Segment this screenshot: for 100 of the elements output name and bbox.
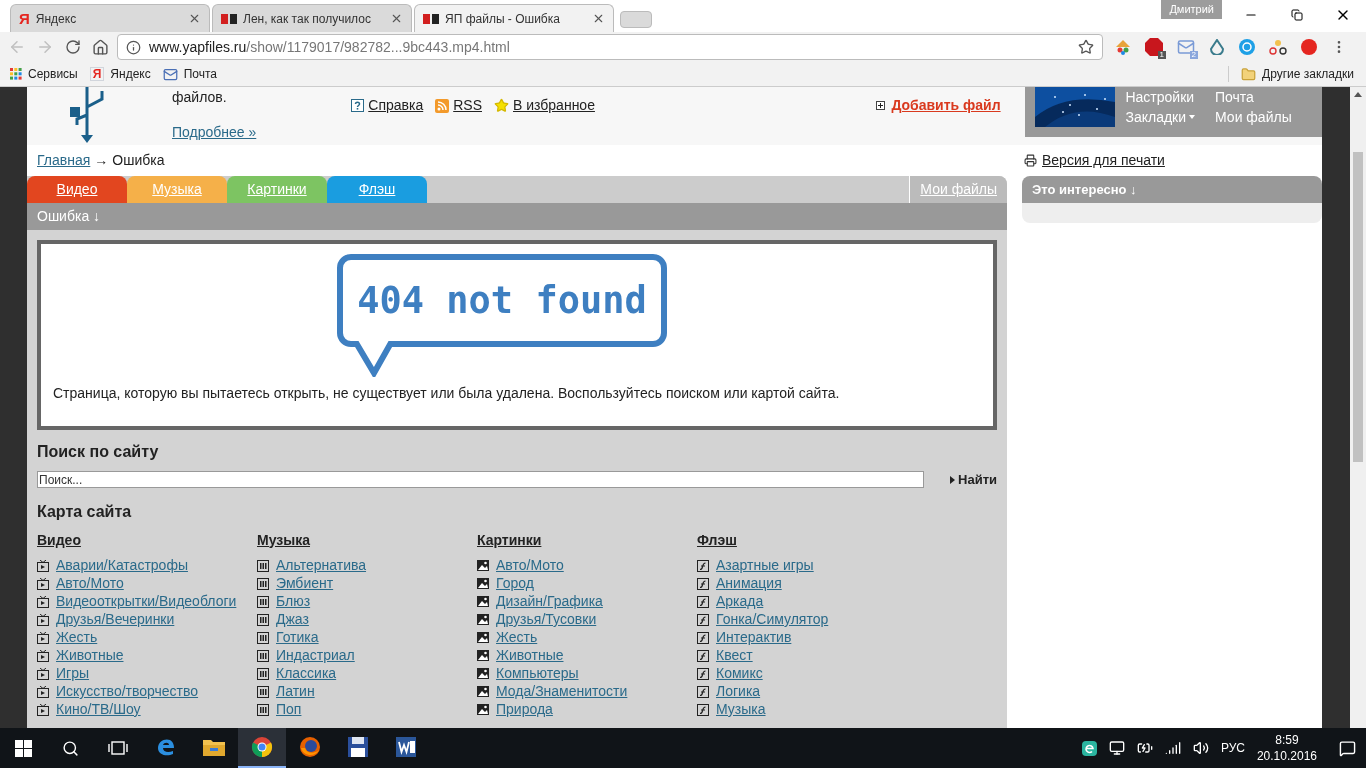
sitemap-link[interactable]: Поп	[276, 699, 302, 720]
home-icon[interactable]	[92, 38, 109, 56]
adblock-icon[interactable]	[1145, 38, 1163, 56]
task-view-icon[interactable]	[108, 740, 128, 756]
yandex-circle-icon[interactable]	[1301, 39, 1317, 55]
sitemap-link[interactable]: Альтернатива	[276, 555, 367, 576]
folder-icon[interactable]	[202, 737, 226, 757]
breadcrumb-link[interactable]: Главная	[37, 150, 91, 171]
user-menu-link[interactable]: Почта	[1215, 87, 1292, 107]
sitemap-link[interactable]: Эмбиент	[276, 573, 334, 594]
sitemap-link[interactable]: Друзья/Тусовки	[496, 609, 597, 630]
battery-icon[interactable]	[1136, 740, 1153, 756]
user-menu-link[interactable]: Закладки	[1125, 107, 1196, 127]
sitemap-link[interactable]: Логика	[716, 681, 761, 702]
house-icon[interactable]	[1115, 39, 1131, 55]
find-button[interactable]: Найти	[950, 470, 997, 490]
category-tab[interactable]: Флэш	[327, 176, 427, 203]
sitemap-link[interactable]: Музыка	[716, 699, 766, 720]
sitemap-heading[interactable]: Музыка	[257, 529, 477, 551]
sitemap-link[interactable]: Друзья/Вечеринки	[56, 609, 175, 630]
clock-time[interactable]: 8:59	[1275, 732, 1299, 748]
notifications-icon[interactable]	[1339, 739, 1356, 757]
volume-icon[interactable]	[1192, 740, 1209, 756]
chrome-icon[interactable]	[251, 736, 273, 758]
drop-icon[interactable]	[1209, 39, 1225, 55]
bookmark[interactable]: Сервисы	[10, 65, 78, 83]
header-link[interactable]: RSS	[453, 95, 482, 116]
browser-tab[interactable]: ЯП файлы - Ошибка	[414, 4, 614, 32]
profile-name[interactable]: Дмитрий	[1161, 0, 1222, 19]
sitemap-link[interactable]: Азартные игры	[716, 555, 814, 576]
sitemap-link[interactable]: Животные	[496, 645, 564, 666]
browser-tab[interactable]: Я Яндекс	[10, 4, 210, 32]
search-icon[interactable]	[62, 739, 79, 757]
scrollbar-thumb[interactable]	[1353, 152, 1363, 462]
sitemap-link[interactable]: Джаз	[276, 609, 309, 630]
address-bar[interactable]: www.yapfiles.ru/show/1179017/982782...9bc443.mp4.html	[117, 34, 1103, 60]
sitemap-link[interactable]: Квест	[716, 645, 753, 666]
sitemap-link[interactable]: Латин	[276, 681, 315, 702]
sitemap-link[interactable]: Готика	[276, 627, 319, 648]
sitemap-link[interactable]: Интерактив	[716, 627, 792, 648]
sitemap-link[interactable]: Дизайн/Графика	[496, 591, 603, 612]
close-icon[interactable]	[390, 12, 403, 25]
sitemap-link[interactable]: Город	[496, 573, 534, 594]
tab-title: Лен, как так получилос	[243, 10, 371, 28]
sitemap-link[interactable]: Природа	[496, 699, 553, 720]
sitemap-link[interactable]: Комикс	[716, 663, 763, 684]
antivirus-icon[interactable]	[1081, 740, 1097, 756]
monitor-icon[interactable]	[1108, 740, 1125, 756]
bookmark[interactable]: Я Яндекс	[89, 65, 151, 83]
print-link[interactable]: Версия для печати	[1042, 150, 1165, 171]
sitemap-link[interactable]: Гонка/Симулятор	[716, 609, 829, 630]
add-file-link[interactable]: Добавить файл	[891, 95, 1001, 116]
user-menu-link[interactable]: Мои файлы	[1215, 107, 1292, 127]
close-icon[interactable]	[188, 12, 201, 25]
sitemap-link[interactable]: Классика	[276, 663, 337, 684]
windows-start-icon[interactable]	[15, 739, 32, 757]
tab-title: Яндекс	[35, 10, 77, 28]
close-icon[interactable]	[592, 12, 605, 25]
edge-icon[interactable]	[155, 736, 177, 758]
sitemap-link[interactable]: Индастриал	[276, 645, 355, 666]
sitemap-link[interactable]: Авто/Мото	[496, 555, 564, 576]
user-menu-link[interactable]: Настройки	[1125, 87, 1196, 107]
sitemap-link[interactable]: Мода/Знаменитости	[496, 681, 628, 702]
sitemap-link[interactable]: Аварии/Катастрофы	[56, 555, 188, 576]
header-link[interactable]: Справка	[368, 95, 424, 116]
sitemap-heading[interactable]: Видео	[37, 529, 257, 551]
bookmark[interactable]: Почта	[162, 65, 218, 83]
sitemap-heading[interactable]: Флэш	[697, 529, 917, 551]
firefox-icon[interactable]	[299, 736, 321, 758]
sitemap-link[interactable]: Искусство/творчество	[56, 681, 199, 702]
search-field[interactable]: Поиск...	[37, 471, 924, 489]
sitemap-link[interactable]: Компьютеры	[496, 663, 579, 684]
category-tab[interactable]: Картинки	[227, 176, 327, 203]
signal-icon[interactable]	[1164, 740, 1181, 756]
sitemap-link[interactable]: Авто/Мото	[56, 573, 124, 594]
sitemap-link[interactable]: Жесть	[56, 627, 98, 648]
reload-icon[interactable]	[65, 39, 81, 55]
sitemap-heading[interactable]: Картинки	[477, 529, 697, 551]
sitemap-link[interactable]: Аркада	[716, 591, 764, 612]
header-link[interactable]: В избранное	[513, 95, 595, 116]
sitemap-link[interactable]: Кино/ТВ/Шоу	[56, 699, 141, 720]
star-icon[interactable]	[1078, 39, 1094, 55]
sitemap-link[interactable]: Жесть	[496, 627, 538, 648]
category-tab[interactable]: Видео	[27, 176, 127, 203]
sitemap-link[interactable]: Видеооткрытки/Видеоблоги	[56, 591, 237, 612]
sitemap-link[interactable]: Блюз	[276, 591, 311, 612]
word-icon[interactable]	[395, 736, 417, 758]
sitemap-link[interactable]: Игры	[56, 663, 90, 684]
other-bookmarks[interactable]: Другие закладки	[1241, 65, 1354, 83]
url-text[interactable]: www.yapfiles.ru/show/1179017/982782...9bc443.mp4.html	[149, 36, 510, 58]
clock-date[interactable]: 20.10.2016	[1256, 748, 1317, 764]
more-link[interactable]: Подробнее »	[172, 122, 257, 143]
sync-icon[interactable]	[1239, 39, 1255, 55]
browser-tab[interactable]: Лен, как так получилос	[212, 4, 412, 32]
sitemap-link[interactable]: Анимация	[716, 573, 782, 594]
sitemap-link[interactable]: Животные	[56, 645, 124, 666]
music-icon	[257, 685, 269, 698]
language-indicator[interactable]: РУС	[1220, 739, 1245, 757]
info-icon[interactable]	[126, 39, 141, 55]
flash-icon	[697, 685, 709, 698]
